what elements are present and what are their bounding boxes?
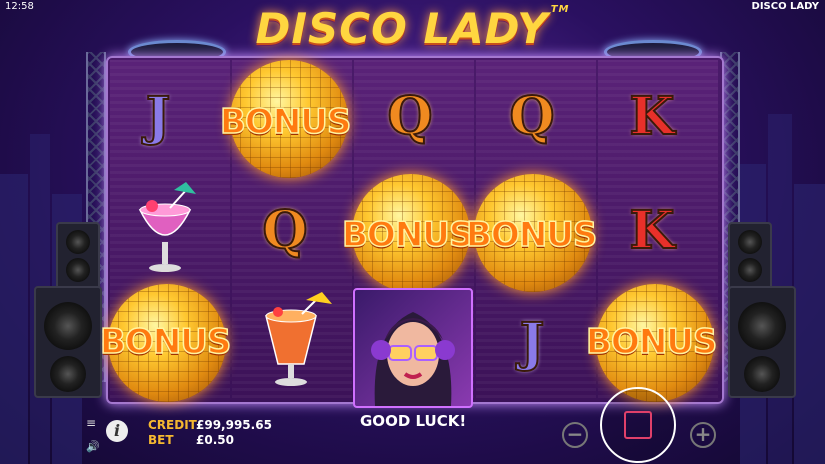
hamburger-icon[interactable]: ≡	[86, 416, 96, 430]
speaker-right-top	[728, 222, 772, 290]
info-icon[interactable]: i	[106, 420, 128, 442]
speaker-icon[interactable]: 🔊	[86, 440, 100, 453]
credit-row: CREDIT£99,995.65	[148, 418, 272, 432]
bonus-label: BONUS	[585, 321, 718, 363]
spin-button[interactable]	[600, 387, 676, 463]
cocktail-pink-icon	[130, 180, 200, 280]
logo-text: DISCO LADY	[255, 4, 549, 53]
credit-value: £99,995.65	[196, 418, 272, 432]
bet-row: BET £0.50	[148, 433, 234, 447]
bonus-label: BONUS	[99, 321, 232, 363]
minus-icon[interactable]: −	[562, 422, 588, 448]
bet-value: £0.50	[196, 433, 234, 447]
stop-square-icon	[624, 411, 652, 439]
speaker-right-bottom	[728, 286, 796, 398]
cocktail-orange-icon	[256, 292, 336, 392]
speaker-left-bottom	[34, 286, 102, 398]
symbol-j: J	[145, 85, 172, 148]
symbol-k: K	[628, 85, 675, 148]
disco-lady-symbol	[353, 288, 473, 408]
status-message: GOOD LUCK!	[360, 412, 467, 430]
symbol-q: Q	[508, 85, 555, 148]
game-logo: DISCO LADY TM	[0, 4, 825, 53]
bonus-label: BONUS	[465, 214, 598, 256]
symbol-q: Q	[261, 199, 308, 262]
bonus-label: BONUS	[341, 214, 474, 256]
trademark: TM	[550, 4, 570, 15]
symbol-q: Q	[386, 85, 433, 148]
symbol-j: J	[519, 311, 546, 374]
plus-icon[interactable]: +	[690, 422, 716, 448]
bet-label: BET	[148, 433, 174, 447]
credit-label: CREDIT	[148, 418, 197, 432]
speaker-left-top	[56, 222, 100, 290]
symbol-k: K	[628, 199, 675, 262]
bonus-label: BONUS	[219, 101, 352, 143]
